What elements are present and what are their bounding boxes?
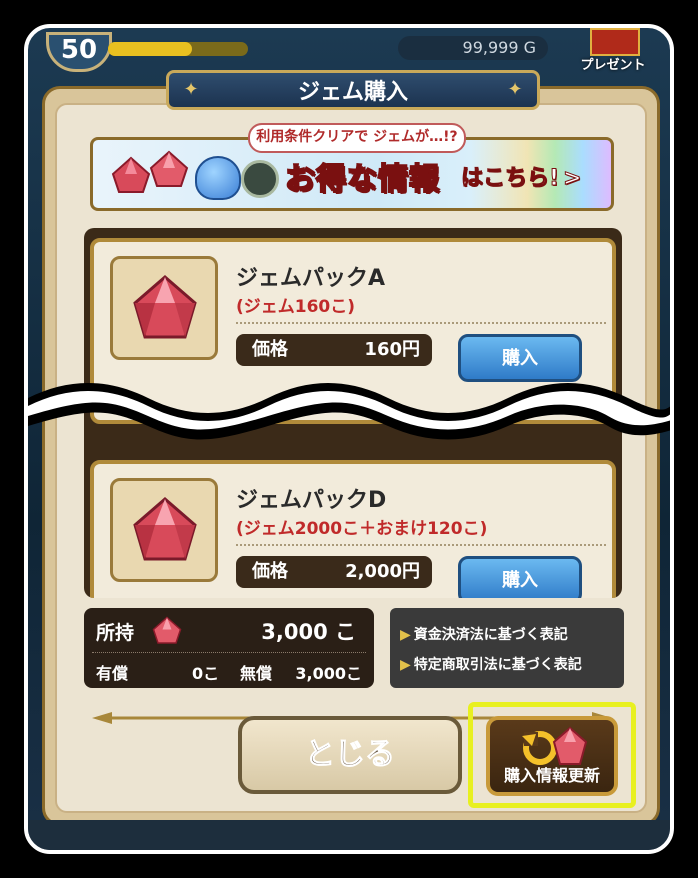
- paid-label: 有償: [96, 664, 129, 683]
- background-footer: [28, 820, 670, 850]
- buy-button[interactable]: 購入: [458, 334, 582, 382]
- holdings-total: 3,000 こ: [261, 620, 356, 644]
- screenshot-frame: 50 99,999 G プレゼント ✦ ジェム購入 ✦ 利用条件クリアで ジェム…: [6, 6, 692, 872]
- gem-holdings-panel: 所持 3,000 こ 有償 0こ 無償 3,000こ: [84, 608, 374, 688]
- present-label: プレゼント: [580, 58, 646, 73]
- gem-icon: [552, 726, 588, 765]
- present-button[interactable]: プレゼント: [568, 28, 658, 76]
- holdings-label: 所持: [96, 622, 135, 644]
- gem-icon: [133, 275, 197, 339]
- product-thumbnail: [110, 478, 218, 582]
- fleur-ornament-icon: ✦: [507, 79, 523, 100]
- price-display: 価格 160円: [236, 334, 432, 366]
- gold-counter: 99,999 G: [398, 36, 548, 60]
- dialog-title: ジェム購入: [297, 80, 408, 105]
- refresh-button-label: 購入情報更新: [503, 766, 600, 785]
- paid-value: 0こ: [192, 664, 220, 683]
- price-display: 価格 2,000円: [236, 556, 432, 588]
- price-value: 160円: [364, 339, 420, 360]
- product-detail: (ジェム160こ): [236, 297, 356, 317]
- banner-main-text: お得な情報: [284, 161, 440, 198]
- product-card: ジェムパックD (ジェム2000こ＋おまけ120こ) 価格 2,000円 購入: [90, 460, 616, 598]
- divider: [236, 544, 606, 546]
- free-value: 3,000こ: [295, 664, 362, 683]
- triangle-right-icon: ▶: [400, 627, 411, 643]
- wavy-cut-divider: [28, 383, 670, 440]
- divider: [236, 322, 606, 324]
- gem-icon: [149, 150, 189, 187]
- legal-links-panel: ▶ 資金決済法に基づく表記 ▶ 特定商取引法に基づく表記: [390, 608, 624, 688]
- game-screen: 50 99,999 G プレゼント ✦ ジェム購入 ✦ 利用条件クリアで ジェム…: [24, 24, 674, 854]
- banner-tag: 利用条件クリアで ジェムが…!?: [248, 123, 466, 153]
- promo-banner[interactable]: 利用条件クリアで ジェムが…!? お得な情報 はこちら! >: [90, 123, 614, 213]
- gem-icon: [152, 616, 182, 644]
- free-label: 無償: [240, 664, 273, 683]
- dialog-title-bar: ✦ ジェム購入 ✦: [166, 70, 540, 110]
- banner-sub-text: はこちら! >: [460, 166, 582, 192]
- buy-button[interactable]: 購入: [458, 556, 582, 598]
- product-detail: (ジェム2000こ＋おまけ120こ): [236, 519, 488, 539]
- compass-icon: [241, 160, 279, 198]
- chevron-right-icon: >: [563, 166, 582, 192]
- fleur-ornament-icon: ✦: [183, 79, 199, 100]
- refresh-purchase-info-button[interactable]: 購入情報更新: [486, 716, 618, 796]
- exp-bar: [108, 42, 248, 56]
- product-thumbnail: [110, 256, 218, 360]
- close-button[interactable]: とじる: [238, 716, 462, 794]
- product-name: ジェムパックD: [236, 488, 387, 513]
- refresh-icon: [522, 731, 557, 765]
- slime-icon: [195, 156, 241, 200]
- product-name: ジェムパックA: [236, 266, 386, 291]
- triangle-right-icon: ▶: [400, 657, 411, 673]
- player-level-badge: 50: [46, 32, 112, 72]
- link-specified-commercial-transactions[interactable]: ▶ 特定商取引法に基づく表記: [400, 654, 582, 674]
- link-payment-services-act[interactable]: ▶ 資金決済法に基づく表記: [400, 624, 568, 644]
- price-value: 2,000円: [345, 561, 420, 582]
- gem-icon: [133, 497, 197, 561]
- gift-icon: [590, 28, 640, 56]
